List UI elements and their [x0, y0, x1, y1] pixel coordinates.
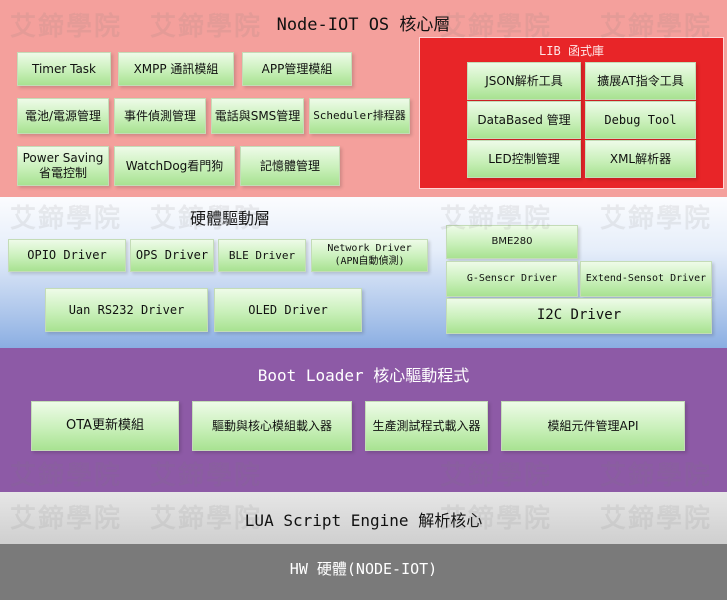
hw-layer: HW 硬體(NODE-IOT) — [0, 544, 727, 600]
boot-driver-core-loader: 驅動與核心模組載入器 — [192, 401, 352, 451]
driver-bme280: BME280 — [446, 225, 578, 259]
driver-layer-title: 硬體驅動層 — [189, 209, 270, 228]
lua-layer: LUA Script Engine 解析核心 — [0, 492, 727, 544]
driver-gpio: OPIO Driver — [8, 239, 126, 272]
lib-panel: LIB 函式庫 JSON解析工具 擴展AT指令工具 DataBased 管理 D… — [419, 37, 724, 189]
driver-layer: 硬體驅動層 OPIO Driver OPS Driver BLE Driver … — [0, 197, 727, 348]
driver-extend-sensor: Extend-Sensot Driver — [580, 261, 712, 297]
driver-gps: OPS Driver — [130, 239, 214, 272]
boot-layer: Boot Loader 核心驅動程式 OTA更新模組 驅動與核心模組載入器 生產… — [0, 348, 727, 492]
lib-database: DataBased 管理 — [467, 101, 581, 139]
module-xmpp: XMPP 通訊模組 — [118, 52, 234, 86]
driver-ble: BLE Driver — [218, 239, 306, 272]
module-scheduler: Scheduler排程器 — [309, 98, 410, 134]
module-battery-power: 電池/電源管理 — [17, 98, 109, 134]
core-layer: Node-IOT OS 核心層 Timer Task XMPP 通訊模組 APP… — [0, 0, 727, 197]
boot-production-test-loader: 生產測試程式載入器 — [365, 401, 488, 451]
lib-json-parser: JSON解析工具 — [467, 62, 581, 100]
lib-led-control: LED控制管理 — [467, 140, 581, 178]
driver-uart-rs232: Uan RS232 Driver — [45, 288, 208, 332]
hw-layer-title: HW 硬體(NODE-IOT) — [289, 560, 438, 578]
boot-ota-update: OTA更新模組 — [31, 401, 179, 451]
lib-at-command: 擴展AT指令工具 — [585, 62, 696, 100]
lua-layer-title: LUA Script Engine 解析核心 — [244, 511, 483, 530]
module-phone-sms: 電話與SMS管理 — [211, 98, 304, 134]
core-layer-title: Node-IOT OS 核心層 — [276, 15, 451, 35]
boot-module-api: 模組元件管理API — [501, 401, 685, 451]
driver-oled: OLED Driver — [214, 288, 362, 332]
module-event-detect: 事件偵測管理 — [114, 98, 206, 134]
module-power-saving: Power Saving 省電控制 — [17, 146, 109, 186]
module-memory: 記憶體管理 — [240, 146, 340, 186]
module-timer-task: Timer Task — [17, 52, 111, 86]
lib-debug-tool: Debug Tool — [585, 101, 696, 139]
module-watchdog: WatchDog看門狗 — [114, 146, 235, 186]
boot-layer-title: Boot Loader 核心驅動程式 — [257, 366, 470, 385]
driver-g-sensor: G-Senscr Driver — [446, 261, 578, 297]
lib-title: LIB 函式庫 — [539, 44, 604, 58]
driver-network: Network Driver (APN自動偵測) — [311, 239, 428, 272]
lib-xml-parser: XML解析器 — [585, 140, 696, 178]
module-app-manager: APP管理模組 — [242, 52, 352, 86]
driver-i2c: I2C Driver — [446, 298, 712, 334]
